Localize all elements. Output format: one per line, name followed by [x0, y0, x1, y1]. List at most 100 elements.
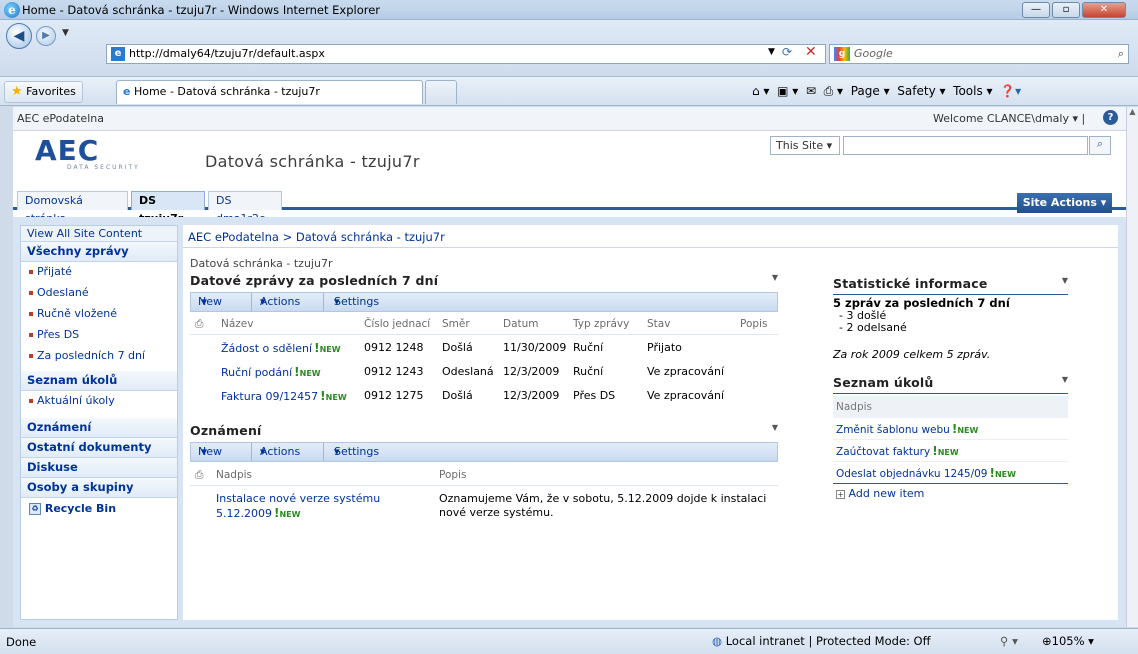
site-logo[interactable]: AEC DATA SECURITY: [35, 134, 165, 186]
url-input[interactable]: e http://dmaly64/tzuju7r/default.aspx: [106, 44, 826, 64]
message-name-link[interactable]: Faktura 09/12457 !NEW: [221, 389, 347, 403]
globe-icon: ◍: [712, 634, 723, 648]
print-icon[interactable]: ⎙ ▾: [824, 84, 843, 98]
site-search-icon[interactable]: ⌕: [1089, 136, 1111, 155]
logo-text: AEC: [35, 134, 100, 167]
ql-item-prijate[interactable]: Přijaté: [21, 262, 177, 283]
page-heading: Datová schránka - tzuju7r: [190, 257, 333, 270]
ql-item-za-poslednich-7-dni[interactable]: Za posledních 7 dní: [21, 346, 177, 367]
favorites-button[interactable]: ★ Favorites: [4, 81, 83, 103]
attachment-col-icon: ⎙: [195, 469, 204, 481]
col-typ-zpravy[interactable]: Typ zprávy: [573, 318, 629, 330]
search-input[interactable]: g Google ⌕: [829, 44, 1129, 64]
new-tab-button[interactable]: [425, 80, 457, 104]
global-bar: AEC ePodatelna Welcome CLANCE\dmaly ▾ | …: [13, 107, 1126, 131]
actions-menu[interactable]: Actions ▾: [251, 443, 300, 461]
security-zone[interactable]: ◍ Local intranet | Protected Mode: Off: [712, 634, 931, 648]
col-stav[interactable]: Stav: [647, 318, 670, 330]
recycle-bin-link[interactable]: ♻ Recycle Bin: [21, 498, 177, 522]
search-icon[interactable]: ⌕: [1118, 45, 1124, 63]
ql-header-seznam-ukolu[interactable]: Seznam úkolů: [21, 371, 177, 391]
tools-menu[interactable]: Tools ▾: [953, 84, 992, 98]
home-icon[interactable]: ⌂ ▾: [752, 84, 769, 98]
close-window-button[interactable]: ✕: [1082, 2, 1126, 18]
minimize-button[interactable]: —: [1022, 2, 1050, 18]
message-name-link[interactable]: Ruční podání !NEW: [221, 365, 321, 379]
breadcrumb[interactable]: AEC ePodatelna > Datová schránka - tzuju…: [188, 230, 445, 244]
settings-menu[interactable]: Settings ▾: [323, 443, 379, 461]
maximize-button[interactable]: ▫: [1052, 2, 1080, 18]
back-button[interactable]: ◀: [6, 23, 32, 49]
search-scope-select[interactable]: This Site ▾: [770, 136, 840, 155]
announcements-webpart-title[interactable]: Oznámení: [190, 423, 778, 438]
messages-webpart-title[interactable]: Datové zprávy za posledních 7 dní: [190, 273, 778, 288]
history-dropdown-icon[interactable]: ▼: [62, 28, 69, 38]
ql-item-pres-ds[interactable]: Přes DS: [21, 325, 177, 346]
col-cislo-jednaci[interactable]: Číslo jednací: [364, 318, 430, 330]
actions-menu[interactable]: Actions ▾: [251, 293, 300, 311]
task-item[interactable]: Odeslat objednávku 1245/09 !NEW: [833, 462, 1068, 484]
col-nazev[interactable]: Název: [221, 318, 253, 330]
stop-icon[interactable]: ✕: [805, 44, 817, 60]
webpart-menu-icon[interactable]: ▼: [772, 273, 778, 282]
view-all-content-link[interactable]: View All Site Content: [21, 226, 177, 242]
ql-header-vsechny-zpravy[interactable]: Všechny zprávy: [21, 242, 177, 262]
col-nadpis[interactable]: Nadpis: [216, 469, 252, 481]
col-popis[interactable]: Popis: [439, 469, 466, 481]
announcement-title-link[interactable]: Instalace nové verze systému 5.12.2009 !N…: [216, 492, 380, 522]
table-row: Ruční podání !NEW 0912 1243 Odeslaná 12/3…: [195, 365, 783, 385]
col-smer[interactable]: Směr: [442, 318, 470, 330]
add-new-item-link[interactable]: + Add new item: [833, 487, 1068, 500]
site-actions-button[interactable]: Site Actions ▾: [1017, 193, 1112, 213]
message-name-link[interactable]: Žádost o sdělení !NEW: [221, 341, 341, 355]
site-collection-link[interactable]: AEC ePodatelna: [17, 112, 104, 125]
page-menu[interactable]: Page ▾: [851, 84, 890, 98]
mail-icon[interactable]: ✉: [806, 84, 816, 98]
task-item[interactable]: Zaúčtovat faktury !NEW: [833, 440, 1068, 462]
refresh-icon[interactable]: ⟳: [782, 45, 792, 59]
browser-tab-active[interactable]: e Home - Datová schránka - tzuju7r: [116, 80, 423, 104]
ql-item-aktualni-ukoly[interactable]: Aktuální úkoly: [21, 391, 177, 412]
tab-ds-dma1r2c[interactable]: DS dma1r2c: [208, 191, 282, 225]
ql-header-ostatni-dokumenty[interactable]: Ostatní dokumenty: [21, 438, 177, 458]
ql-header-diskuse[interactable]: Diskuse: [21, 458, 177, 478]
messages-webpart: Datové zprávy za posledních 7 dní ▼ New …: [190, 273, 778, 403]
status-bar: Done ◍ Local intranet | Protected Mode: …: [0, 628, 1138, 654]
webpart-menu-icon[interactable]: ▼: [1062, 276, 1068, 285]
logo-subtext: DATA SECURITY: [67, 164, 140, 171]
site-title: Datová schránka - tzuju7r: [205, 152, 420, 171]
search-placeholder: Google: [854, 47, 893, 60]
help-icon[interactable]: ❓▾: [1000, 84, 1021, 98]
col-datum[interactable]: Datum: [503, 318, 539, 330]
ql-item-odeslane[interactable]: Odeslané: [21, 283, 177, 304]
url-dropdown-icon[interactable]: ▼: [768, 47, 775, 57]
announcements-toolbar: New ▾ Actions ▾ Settings ▾: [190, 442, 778, 462]
new-menu[interactable]: New ▾: [198, 293, 222, 311]
welcome-menu[interactable]: Welcome CLANCE\dmaly ▾ |: [933, 112, 1085, 125]
tasks-col-nadpis[interactable]: Nadpis: [833, 396, 1068, 418]
col-popis[interactable]: Popis: [740, 318, 767, 330]
add-icon: +: [836, 490, 845, 499]
webpart-menu-icon[interactable]: ▼: [772, 423, 778, 432]
tab-ds-tzuju7r[interactable]: DS tzuju7r: [131, 191, 205, 225]
ql-header-oznameni[interactable]: Oznámení: [21, 418, 177, 438]
tab-domovska-stranka[interactable]: Domovská stránka: [17, 191, 128, 225]
new-menu[interactable]: New ▾: [198, 443, 222, 461]
protected-mode-icon[interactable]: ⚲ ▾: [1000, 634, 1018, 648]
webpart-menu-icon[interactable]: ▼: [1062, 375, 1068, 384]
task-item[interactable]: Změnit šablonu webu !NEW: [833, 418, 1068, 440]
feeds-icon[interactable]: ▣ ▾: [777, 84, 798, 98]
ql-header-osoby-a-skupiny[interactable]: Osoby a skupiny: [21, 478, 177, 498]
forward-button[interactable]: ▶: [36, 26, 56, 46]
help-icon[interactable]: ?: [1103, 110, 1118, 125]
zoom-control[interactable]: ⊕105% ▾: [1042, 634, 1094, 648]
stats-webpart-title[interactable]: Statistické informace: [833, 276, 1068, 291]
page-scrollbar[interactable]: ▲: [1126, 107, 1138, 627]
settings-menu[interactable]: Settings ▾: [323, 293, 379, 311]
safety-menu[interactable]: Safety ▾: [897, 84, 945, 98]
message-state: Ve zpracování: [647, 365, 725, 378]
scroll-up-icon[interactable]: ▲: [1127, 107, 1138, 116]
tasks-webpart-title[interactable]: Seznam úkolů: [833, 375, 1068, 390]
ql-item-rucne-vlozene[interactable]: Ručně vložené: [21, 304, 177, 325]
site-search-input[interactable]: [843, 136, 1088, 155]
